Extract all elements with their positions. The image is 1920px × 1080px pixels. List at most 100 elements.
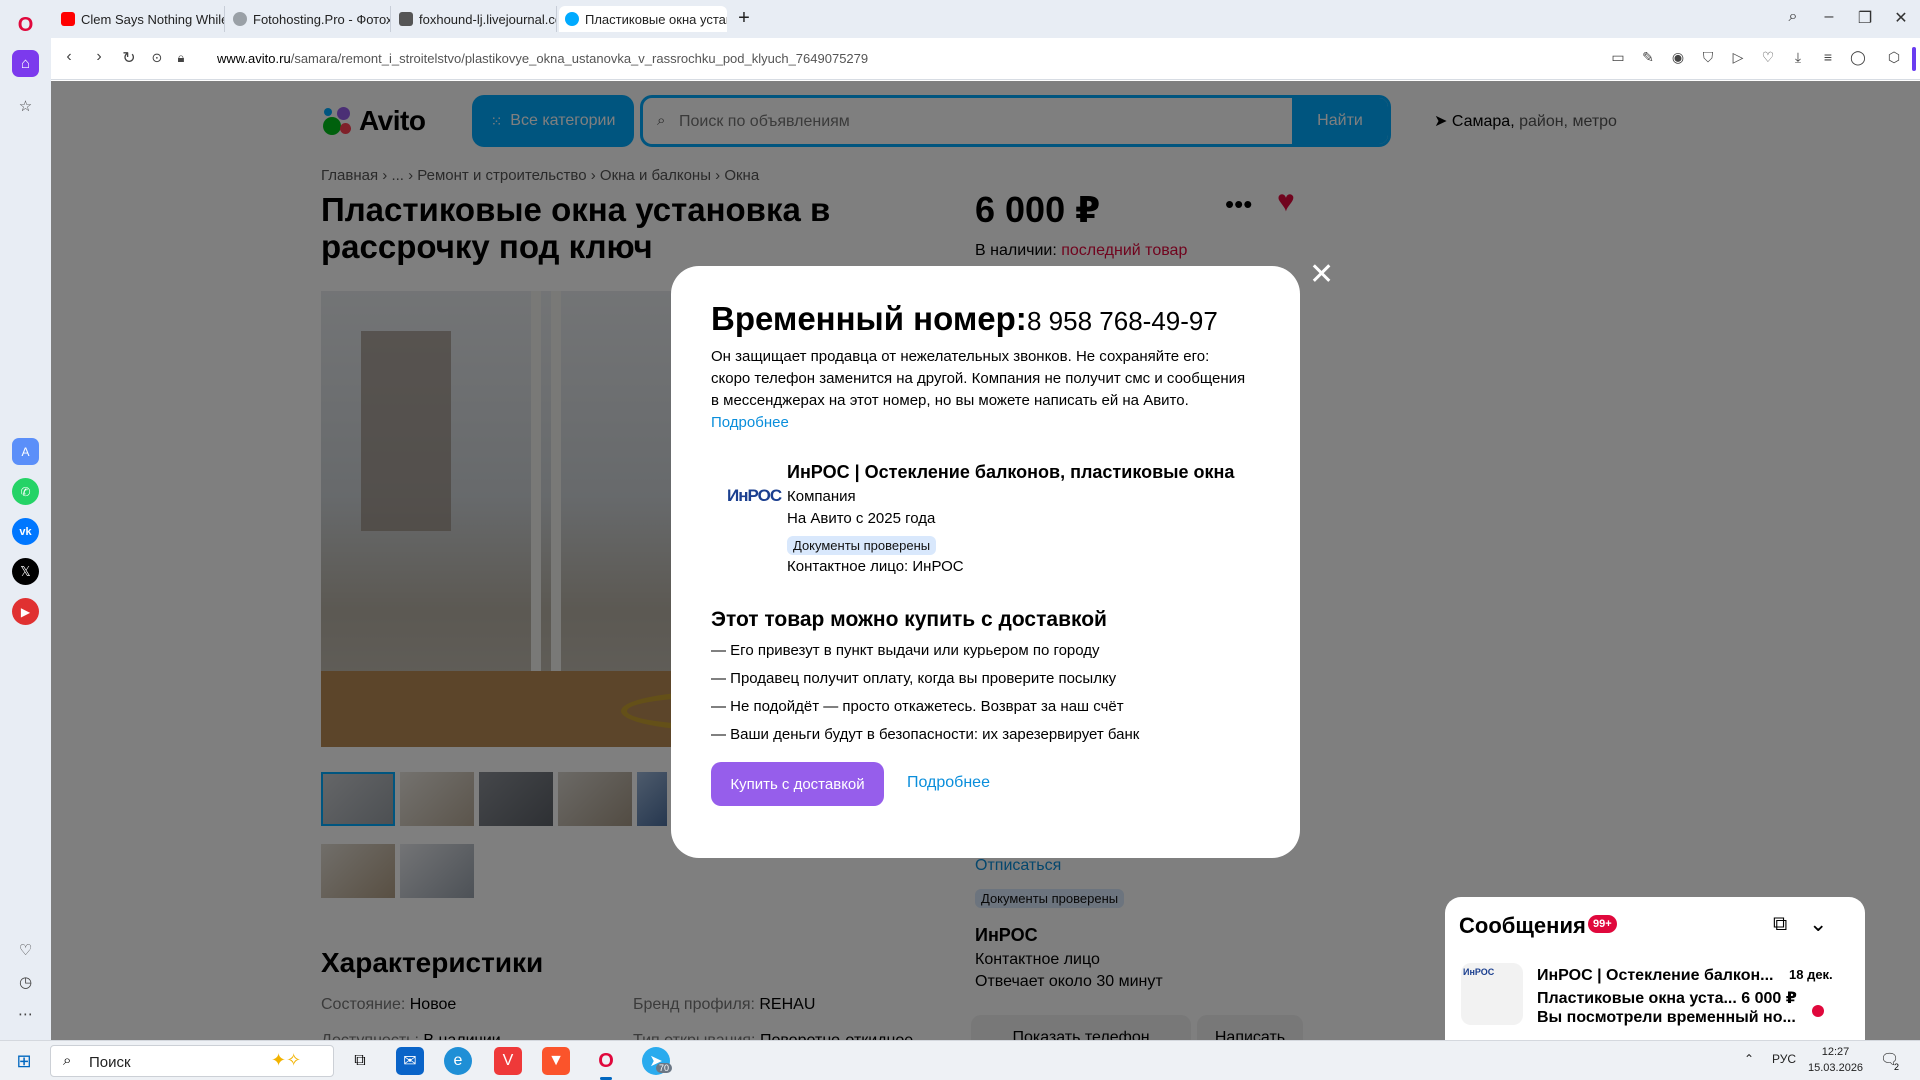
favorites-icon[interactable]: ♡	[12, 936, 39, 963]
opera-sidebar: O ⌂ ☆ A ✆ vk 𝕏 ▶ ♡ ◷ ⋯	[0, 0, 51, 1040]
profile-icon[interactable]: ◯	[1849, 49, 1867, 66]
tab-title: foxhound-lj.livejournal.co	[419, 11, 557, 27]
opera-icon[interactable]: O	[592, 1047, 620, 1075]
chat-date: 18 дек.	[1789, 967, 1833, 982]
open-external-icon[interactable]: ⧉	[1773, 913, 1787, 936]
buy-with-delivery-button[interactable]: Купить с доставкой	[711, 762, 884, 806]
tab-livejournal[interactable]: foxhound-lj.livejournal.co	[393, 6, 557, 32]
more-info-link[interactable]: Подробнее	[711, 414, 789, 431]
sparkle-icon: ✦✧	[271, 1050, 302, 1070]
messages-widget: Сообщения 99+ ⧉ ⌄ ИнРОС ИнРОС | Остеклен…	[1445, 897, 1865, 1040]
notifications-count: 2	[1894, 1062, 1900, 1072]
tab-avito-active[interactable]: Пластиковые окна устано ✕	[559, 6, 727, 32]
document-icon	[399, 12, 413, 26]
tab-title: Fotohosting.Pro - Фотохо	[253, 11, 391, 27]
menu-icon[interactable]: ≡	[1819, 49, 1837, 65]
search-icon: ⌕	[63, 1052, 72, 1069]
vk-icon[interactable]: vk	[12, 518, 39, 545]
reload-icon[interactable]: ↻	[119, 48, 139, 68]
tab-title: Пластиковые окна устано	[585, 11, 727, 27]
forward-icon[interactable]: ›	[89, 48, 109, 66]
taskbar-search[interactable]: ⌕ Поиск ✦✧	[50, 1045, 334, 1077]
opera-logo-icon[interactable]: O	[12, 12, 39, 39]
company-logo[interactable]: ИнРОС	[727, 480, 782, 520]
delivery-item: — Продавец получит оплату, когда вы пров…	[711, 670, 1117, 687]
windows-taskbar: ⊞ ⌕ Поиск ✦✧ ⧉ ✉ e V ▼ O ➤ 70 ⌃ РУС 12:2…	[0, 1040, 1920, 1080]
download-icon[interactable]: ⤓	[1789, 49, 1807, 66]
delivery-title: Этот товар можно купить с доставкой	[711, 608, 1107, 631]
company-name[interactable]: ИнРОС | Остекление балконов, пластиковые…	[787, 462, 1234, 483]
search-tabs-icon[interactable]: ⌕	[1781, 8, 1805, 26]
delivery-item: — Его привезут в пункт выдачи или курьер…	[711, 642, 1100, 659]
delivery-item: — Ваши деньги будут в безопасности: их з…	[711, 726, 1140, 743]
chevron-down-icon[interactable]: ⌄	[1809, 911, 1827, 937]
outlook-icon[interactable]: ✉	[396, 1047, 424, 1075]
clock-time: 12:27	[1821, 1046, 1850, 1058]
company-logo-text: ИнРОС	[727, 486, 782, 505]
loading-icon	[233, 12, 247, 26]
player-icon[interactable]: ▷	[1729, 49, 1747, 66]
messages-count-badge: 99+	[1588, 915, 1617, 933]
modal-title: Временный номер:	[711, 300, 1027, 337]
shield-icon[interactable]: ⛉	[1699, 49, 1717, 66]
reader-icon[interactable]: ▭	[1609, 49, 1627, 66]
extensions-icon[interactable]: ⬡	[1885, 49, 1903, 66]
minimize-icon[interactable]: –	[1817, 8, 1841, 26]
whatsapp-icon[interactable]: ✆	[12, 478, 39, 505]
messages-title: Сообщения	[1459, 913, 1586, 938]
new-tab-button[interactable]: +	[733, 8, 755, 30]
x-twitter-icon[interactable]: 𝕏	[12, 558, 39, 585]
sidebar-accent	[1912, 47, 1916, 71]
url-path: /samara/remont_i_stroitelstvo/plastikovy…	[290, 51, 869, 66]
camera-icon[interactable]: ◉	[1669, 49, 1687, 66]
back-icon[interactable]: ‹	[59, 48, 79, 66]
tab-bar: Clem Says Nothing While Fotohosting.Pro …	[51, 0, 1920, 38]
company-since: На Авито с 2025 года	[787, 510, 936, 527]
docs-verified-badge: Документы проверены	[787, 536, 937, 555]
unread-dot	[1812, 1005, 1824, 1017]
windows-start-icon[interactable]: ⊞	[10, 1047, 38, 1075]
more-icon[interactable]: ⋯	[12, 1000, 39, 1027]
modal-description-text: Он защищает продавца от нежелательных зв…	[711, 348, 1246, 409]
task-view-icon[interactable]: ⧉	[346, 1047, 374, 1075]
tab-title: Clem Says Nothing While	[81, 11, 225, 27]
heart-outline-icon[interactable]: ♡	[1759, 49, 1777, 66]
home-icon[interactable]: ⌂	[12, 50, 39, 77]
temporary-phone-number: 8 958 768-49-97	[1027, 306, 1218, 336]
youtube-icon	[61, 12, 75, 26]
tab-fotohosting[interactable]: Fotohosting.Pro - Фотохо	[227, 6, 391, 32]
edge-icon[interactable]: e	[444, 1047, 472, 1075]
tab-youtube[interactable]: Clem Says Nothing While	[55, 6, 225, 32]
brave-icon[interactable]: ▼	[542, 1047, 570, 1075]
edit-icon[interactable]: ✎	[1639, 49, 1657, 66]
temporary-number-modal: Временный номер: 8 958 768-49-97 Он защи…	[671, 266, 1300, 858]
input-language[interactable]: РУС	[1772, 1052, 1796, 1066]
chat-name[interactable]: ИнРОС | Остекление балкон...	[1537, 967, 1773, 985]
clock-date: 15.03.2026	[1808, 1062, 1864, 1074]
taskbar-search-label: Поиск	[89, 1054, 131, 1071]
pinboard-icon[interactable]: ☆	[12, 92, 39, 119]
company-contact: Контактное лицо: ИнРОС	[787, 558, 964, 575]
chat-preview[interactable]: Вы посмотрели временный но...	[1537, 1009, 1796, 1027]
restore-icon[interactable]: ❐	[1853, 8, 1877, 28]
chat-listing[interactable]: Пластиковые окна уста... 6 000 ₽	[1537, 988, 1797, 1008]
address-bar: ‹ › ↻ ⊙ 🔒︎ www.avito.ru/samara/remont_i_…	[51, 38, 1920, 80]
chat-avatar: ИнРОС	[1461, 963, 1523, 1025]
location-pin-icon[interactable]: ⊙	[147, 50, 167, 66]
lock-icon[interactable]: 🔒︎	[171, 50, 191, 66]
inros-mini-logo: ИнРОС	[1463, 967, 1495, 977]
tray-chevron-up-icon[interactable]: ⌃	[1744, 1052, 1754, 1066]
telegram-badge: 70	[656, 1063, 673, 1073]
close-window-icon[interactable]: ✕	[1889, 8, 1913, 28]
vivaldi-icon[interactable]: V	[494, 1047, 522, 1075]
delivery-item: — Не подойдёт — просто откажетесь. Возвр…	[711, 698, 1124, 715]
aria-icon[interactable]: A	[12, 438, 39, 465]
history-icon[interactable]: ◷	[12, 968, 39, 995]
music-player-icon[interactable]: ▶	[12, 598, 39, 625]
taskbar-clock[interactable]: 12:27 15.03.2026	[1808, 1044, 1863, 1076]
company-type: Компания	[787, 488, 856, 505]
avito-favicon-icon	[565, 12, 579, 26]
delivery-more-link[interactable]: Подробнее	[907, 774, 990, 792]
url-field[interactable]: www.avito.ru/samara/remont_i_stroitelstv…	[217, 51, 868, 66]
close-icon[interactable]: ✕	[1309, 260, 1334, 290]
